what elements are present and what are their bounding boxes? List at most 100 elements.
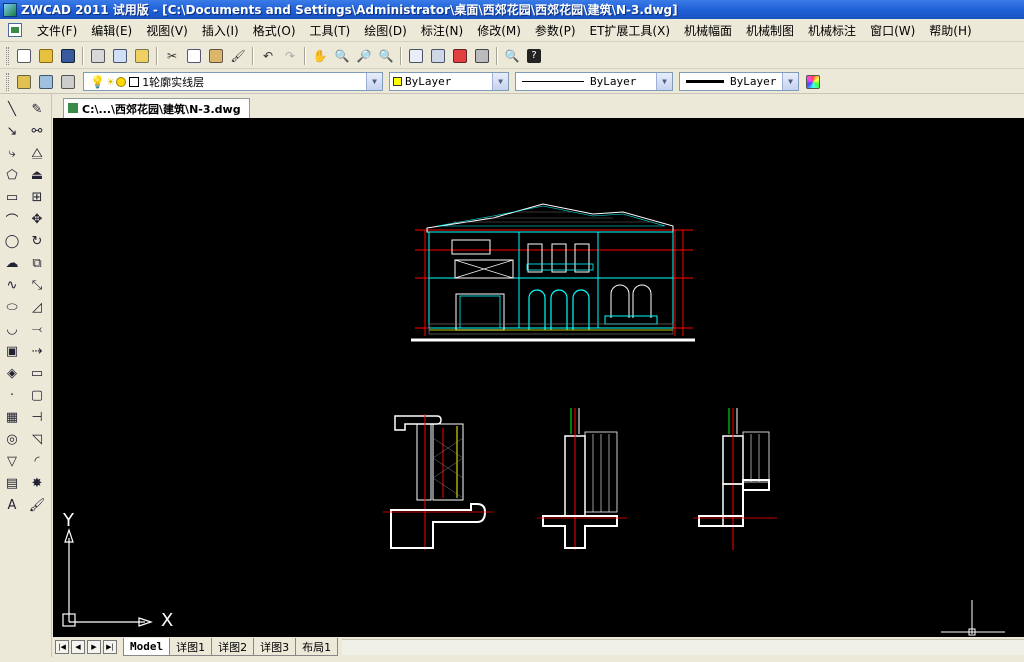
extend-icon[interactable]: ⇢ [26,340,48,362]
menu-help[interactable]: 帮助(H) [922,22,978,39]
zoom-window-icon[interactable]: 🔎 [354,46,374,66]
next-tab-button[interactable]: ▶ [87,640,101,654]
join-icon[interactable]: ⊣ [26,406,48,428]
help-icon[interactable]: ? [524,46,544,66]
menu-file[interactable]: 文件(F) [30,22,84,39]
move-icon[interactable]: ✥ [26,208,48,230]
offset-icon[interactable]: ⏏ [26,164,48,186]
lineweight-dropdown[interactable]: ByLayer ▼ [679,72,799,91]
layer-manager-icon[interactable] [14,72,34,92]
linetype-dropdown[interactable]: ByLayer ▼ [515,72,673,91]
stretch-icon[interactable]: ⤡ [26,274,48,296]
copy-object-icon[interactable]: ⚯ [26,120,48,142]
polygon-icon[interactable]: ⬠ [1,164,23,186]
spline-icon[interactable]: ∿ [1,274,23,296]
undo-icon[interactable]: ↶ [258,46,278,66]
ellipse-arc-icon[interactable]: ◡ [1,318,23,340]
pan-icon[interactable]: ✋ [310,46,330,66]
publish-icon[interactable] [132,46,152,66]
menu-parameters[interactable]: 参数(P) [528,22,583,39]
insert-block-icon[interactable]: ▣ [1,340,23,362]
redo-icon[interactable]: ↷ [280,46,300,66]
ellipse-icon[interactable]: ⬭ [1,296,23,318]
save-icon[interactable] [58,46,78,66]
table-icon[interactable]: ▽ [1,450,23,472]
chevron-down-icon[interactable]: ▼ [492,73,508,90]
point-icon[interactable]: · [1,384,23,406]
lengthen-icon[interactable]: ◿ [26,296,48,318]
toolbar-grip[interactable] [6,72,9,91]
rotate-icon[interactable]: ↻ [26,230,48,252]
new-icon[interactable] [14,46,34,66]
toolbar-grip[interactable] [6,46,9,65]
menu-edit[interactable]: 编辑(E) [84,22,139,39]
last-tab-button[interactable]: ▶| [103,640,117,654]
tool-palettes-icon[interactable] [450,46,470,66]
rectangle-icon[interactable]: ▭ [1,186,23,208]
menu-mech-sheet[interactable]: 机械幅面 [677,22,739,39]
chevron-down-icon[interactable]: ▼ [656,73,672,90]
make-current-icon[interactable] [36,72,56,92]
properties-icon[interactable] [406,46,426,66]
copy-icon[interactable] [184,46,204,66]
open-icon[interactable] [36,46,56,66]
document-menu-icon[interactable] [8,23,22,37]
document-tab[interactable]: C:\...\西郊花园\建筑\N-3.dwg [63,98,250,118]
layer-previous-icon[interactable] [58,72,78,92]
menu-format[interactable]: 格式(O) [246,22,303,39]
tab-detail-3[interactable]: 详图3 [253,638,297,656]
print-icon[interactable] [88,46,108,66]
paste-icon[interactable] [206,46,226,66]
line-icon[interactable]: ╲ [1,98,23,120]
find-icon[interactable]: 🔍 [502,46,522,66]
tab-model[interactable]: Model [123,638,171,656]
revision-cloud-icon[interactable]: ☁ [1,252,23,274]
break-at-point-icon[interactable]: ▢ [26,384,48,406]
menu-tools[interactable]: 工具(T) [303,22,358,39]
explode-icon[interactable]: ✸ [26,472,48,494]
trim-icon[interactable]: ⤙ [26,318,48,340]
design-center-icon[interactable] [428,46,448,66]
drawing-canvas[interactable]: Y X [53,118,1024,637]
text-icon[interactable]: A [1,494,23,516]
array-icon[interactable]: ⊞ [26,186,48,208]
menu-express-tools[interactable]: ET扩展工具(X) [583,22,678,39]
polyline-icon[interactable]: ⤷ [1,142,23,164]
chevron-down-icon[interactable]: ▼ [366,73,382,90]
menu-modify[interactable]: 修改(M) [470,22,528,39]
chamfer-icon[interactable]: ◹ [26,428,48,450]
erase-icon[interactable]: ✎ [26,98,48,120]
make-block-icon[interactable]: ◈ [1,362,23,384]
layer-dropdown[interactable]: 💡 ☀ 1轮廓实线层 ▼ [83,72,383,91]
color-dropdown[interactable]: ByLayer ▼ [389,72,509,91]
zoom-previous-icon[interactable]: 🔍 [376,46,396,66]
tab-layout-1[interactable]: 布局1 [295,638,339,656]
menu-mech-dimension[interactable]: 机械标注 [801,22,863,39]
chevron-down-icon[interactable]: ▼ [782,73,798,90]
scale-icon[interactable]: ⧉ [26,252,48,274]
gradient-icon[interactable]: ▤ [1,472,23,494]
calculator-icon[interactable] [472,46,492,66]
hatch-icon[interactable]: ▦ [1,406,23,428]
menu-window[interactable]: 窗口(W) [863,22,922,39]
mirror-icon[interactable]: ⧋ [26,142,48,164]
match-properties-icon[interactable]: 🖌 [228,46,248,66]
first-tab-button[interactable]: |◀ [55,640,69,654]
menu-dimension[interactable]: 标注(N) [414,22,470,39]
break-icon[interactable]: ▭ [26,362,48,384]
color-palette-icon[interactable] [803,72,823,92]
tab-detail-1[interactable]: 详图1 [169,638,213,656]
circle-icon[interactable]: ◯ [1,230,23,252]
fillet-icon[interactable]: ◜ [26,450,48,472]
menu-view[interactable]: 视图(V) [139,22,195,39]
menu-draw[interactable]: 绘图(D) [357,22,414,39]
previous-tab-button[interactable]: ◀ [71,640,85,654]
arc-icon[interactable]: ⌒ [1,208,23,230]
zoom-realtime-icon[interactable]: 🔍 [332,46,352,66]
construction-line-icon[interactable]: ↘ [1,120,23,142]
print-preview-icon[interactable] [110,46,130,66]
menu-insert[interactable]: 插入(I) [195,22,246,39]
horizontal-scrollbar[interactable] [342,639,1024,655]
region-icon[interactable]: ◎ [1,428,23,450]
tab-detail-2[interactable]: 详图2 [211,638,255,656]
